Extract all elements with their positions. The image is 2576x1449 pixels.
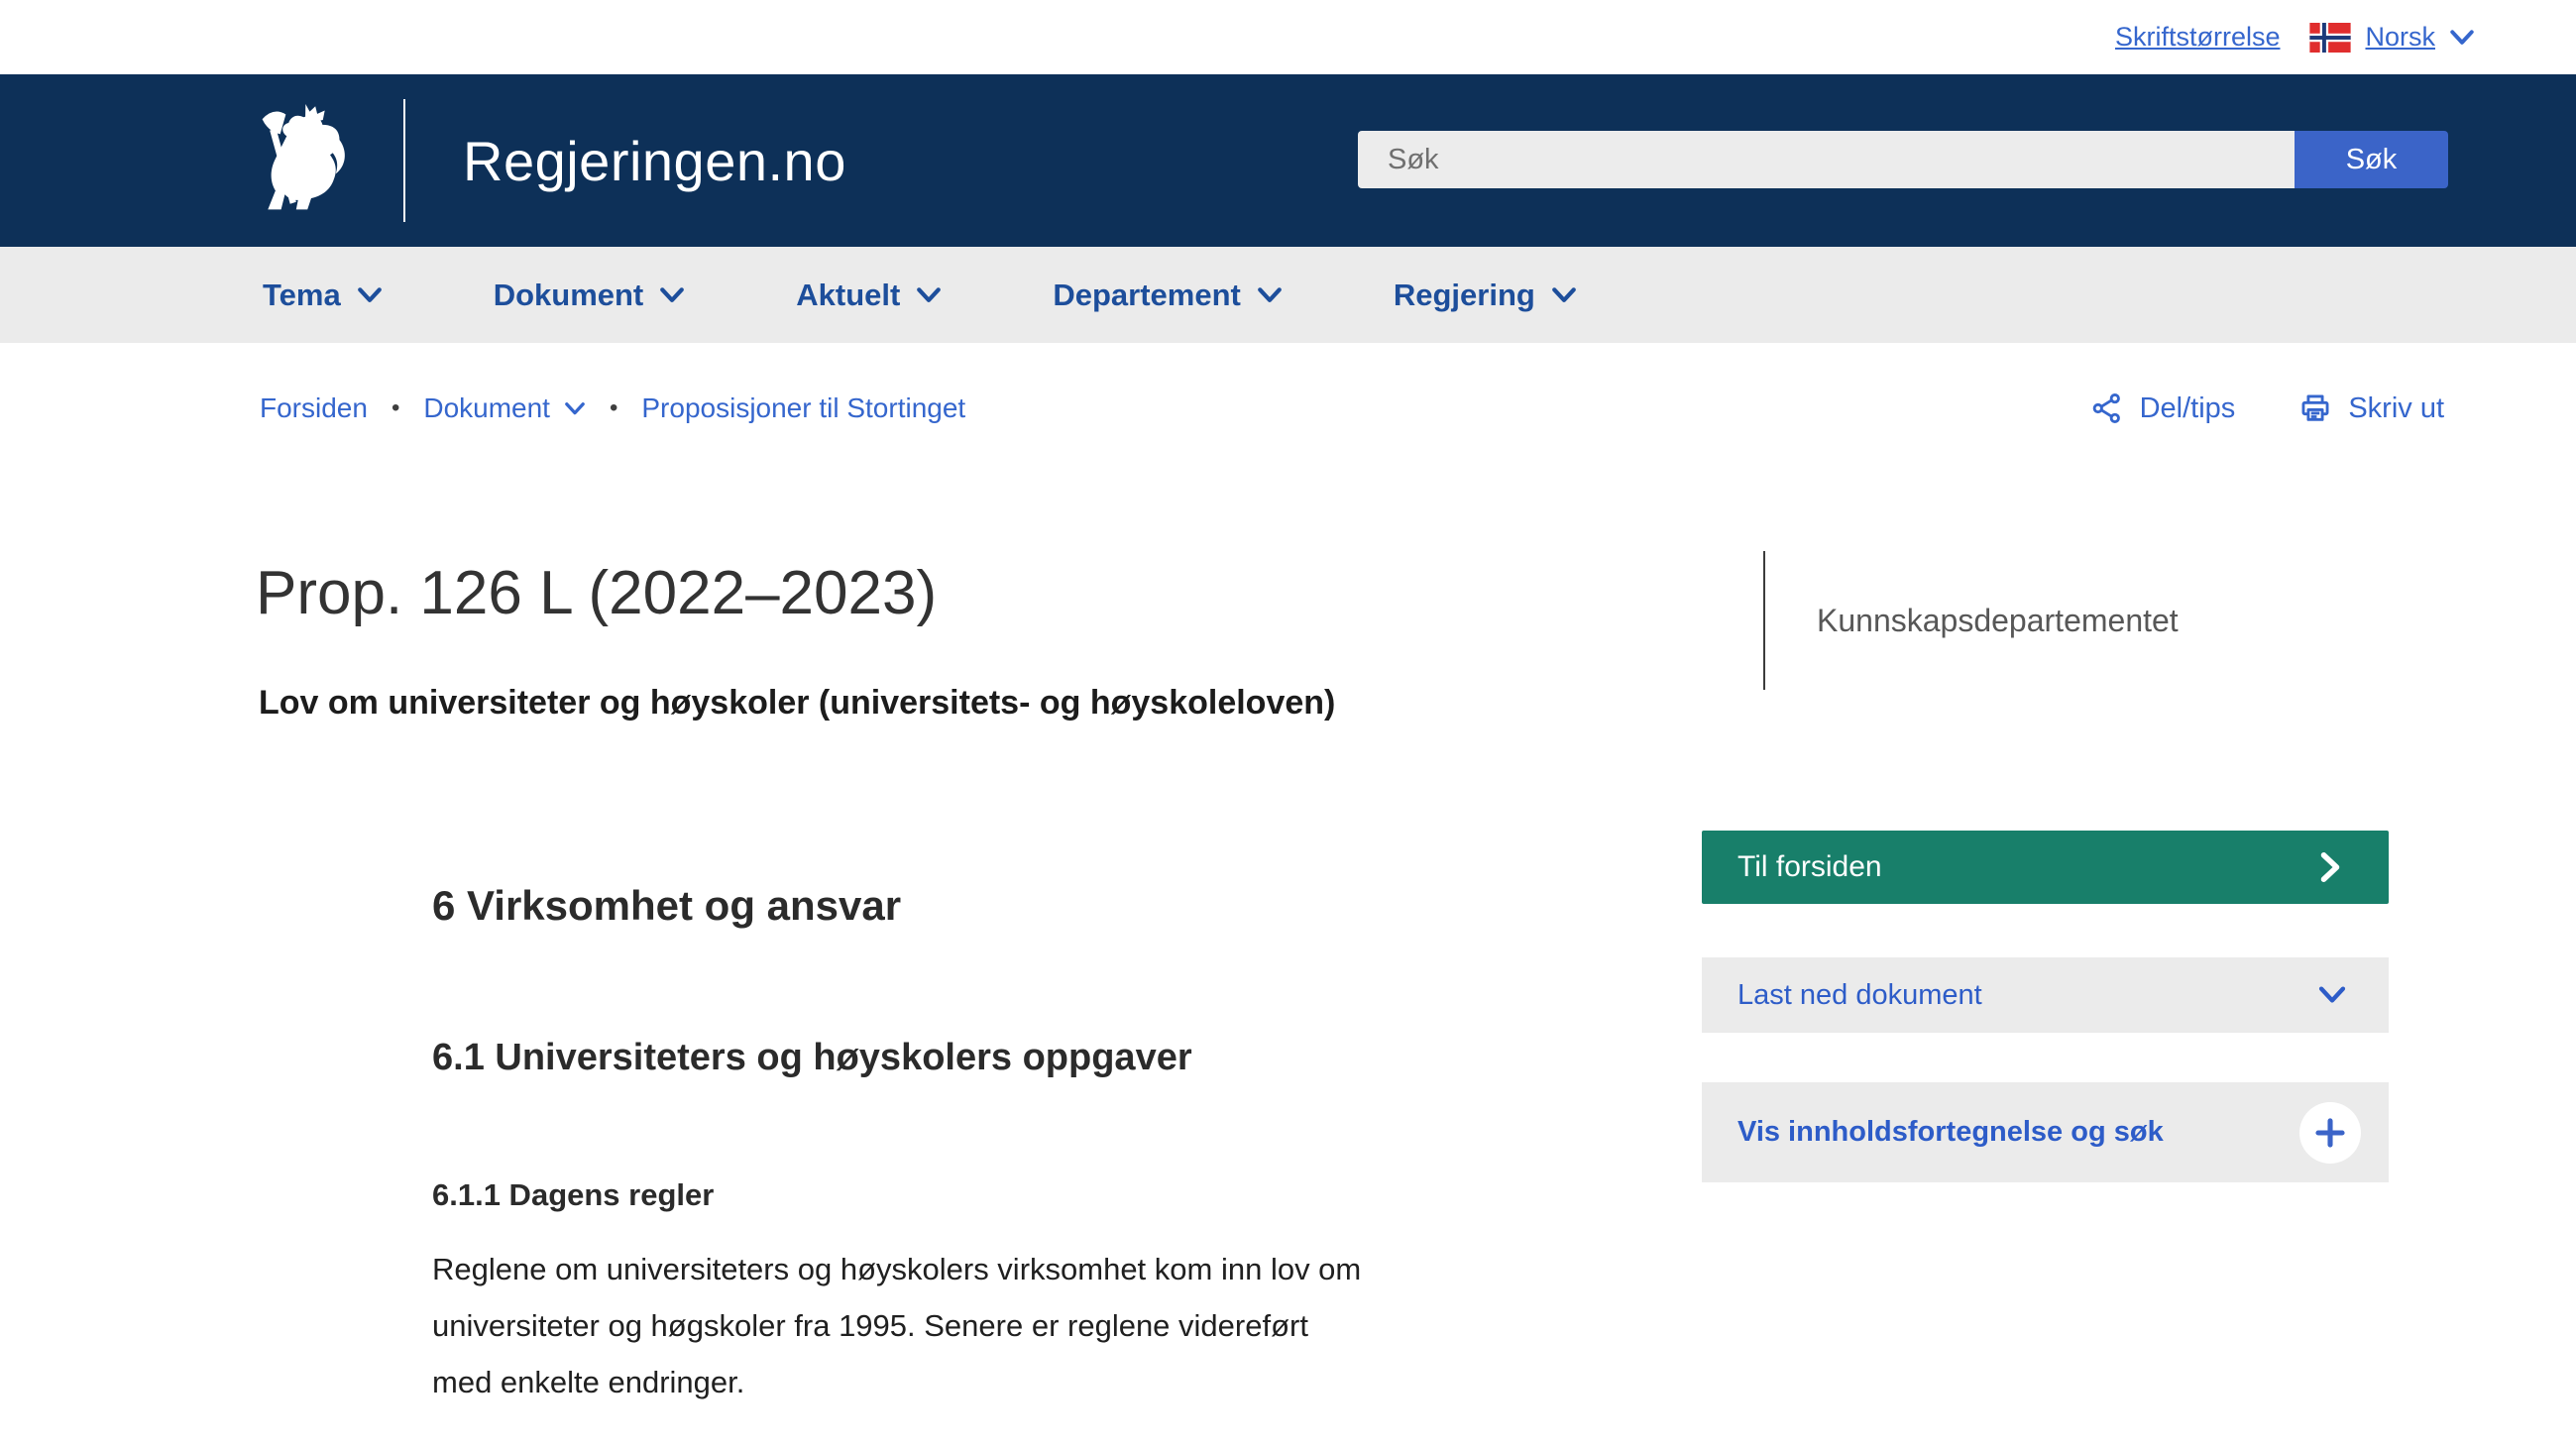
chevron-right-icon xyxy=(2317,850,2343,884)
chevron-down-icon xyxy=(2449,29,2475,47)
site-name[interactable]: Regjeringen.no xyxy=(463,129,846,193)
main-navigation: Tema Dokument Aktuelt Departement Regjer… xyxy=(0,247,2576,343)
printer-icon xyxy=(2298,391,2332,425)
search-button[interactable]: Søk xyxy=(2295,131,2448,188)
plus-icon xyxy=(2313,1116,2347,1150)
site-header: Regjeringen.no Søk xyxy=(0,74,2576,247)
language-selector[interactable]: Norsk xyxy=(2309,22,2475,53)
breadcrumb-proposisjoner[interactable]: Proposisjoner til Stortinget xyxy=(641,392,965,424)
language-link[interactable]: Norsk xyxy=(2365,22,2435,53)
plus-circle xyxy=(2299,1102,2361,1164)
chevron-down-icon xyxy=(659,286,685,304)
share-icon xyxy=(2090,391,2124,425)
download-document-button[interactable]: Last ned dokument xyxy=(1702,957,2389,1033)
body-paragraph: Reglene om universiteters og høyskolers … xyxy=(432,1241,1592,1410)
nav-item-regjering[interactable]: Regjering xyxy=(1394,278,1577,313)
document-subtitle: Lov om universiteter og høyskoler (unive… xyxy=(259,684,1335,723)
breadcrumb-dokument[interactable]: Dokument xyxy=(423,392,586,424)
chevron-down-icon xyxy=(1257,286,1283,304)
document-title: Prop. 126 L (2022–2023) xyxy=(256,558,937,628)
nav-item-tema[interactable]: Tema xyxy=(263,278,383,313)
department-name: Kunnskapsdepartementet xyxy=(1817,603,2179,639)
chevron-down-icon xyxy=(916,286,942,304)
regjeringen-document-page: Skriftstørrelse Norsk xyxy=(0,0,2576,1449)
norway-flag-icon xyxy=(2309,23,2351,53)
to-frontpage-button[interactable]: Til forsiden xyxy=(1702,831,2389,904)
toc-toggle-button[interactable]: Vis innholdsfortegnelse og søk xyxy=(1702,1082,2389,1182)
section-heading: 6 Virksomhet og ansvar xyxy=(432,882,901,930)
coat-of-arms-lion-icon xyxy=(255,100,349,221)
top-utility-bar: Skriftstørrelse Norsk xyxy=(0,0,2576,74)
logo-divider xyxy=(403,99,405,222)
site-logo[interactable]: Regjeringen.no xyxy=(255,74,846,247)
chevron-down-icon xyxy=(2317,985,2347,1005)
chevron-down-icon xyxy=(564,401,586,416)
breadcrumb-separator: • xyxy=(392,394,399,422)
nav-item-dokument[interactable]: Dokument xyxy=(494,278,686,313)
search-input[interactable] xyxy=(1358,131,2295,188)
nav-item-aktuelt[interactable]: Aktuelt xyxy=(796,278,942,313)
breadcrumb: Forsiden • Dokument • Proposisjoner til … xyxy=(260,392,965,424)
share-button[interactable]: Del/tips xyxy=(2090,391,2236,425)
search-box: Søk xyxy=(1358,131,2448,188)
department-box: Kunnskapsdepartementet xyxy=(1763,551,2179,690)
chevron-down-icon xyxy=(357,286,383,304)
nav-item-departement[interactable]: Departement xyxy=(1053,278,1283,313)
chevron-down-icon xyxy=(1551,286,1577,304)
print-button[interactable]: Skriv ut xyxy=(2298,391,2444,425)
breadcrumb-forsiden[interactable]: Forsiden xyxy=(260,392,368,424)
breadcrumb-row: Forsiden • Dokument • Proposisjoner til … xyxy=(260,385,2444,432)
subsection-heading: 6.1 Universiteters og høyskolers oppgave… xyxy=(432,1037,1192,1079)
subsubsection-heading: 6.1.1 Dagens regler xyxy=(432,1177,714,1213)
page-actions: Del/tips Skriv ut xyxy=(2090,391,2444,425)
breadcrumb-separator: • xyxy=(610,394,617,422)
font-size-link[interactable]: Skriftstørrelse xyxy=(2115,22,2281,53)
